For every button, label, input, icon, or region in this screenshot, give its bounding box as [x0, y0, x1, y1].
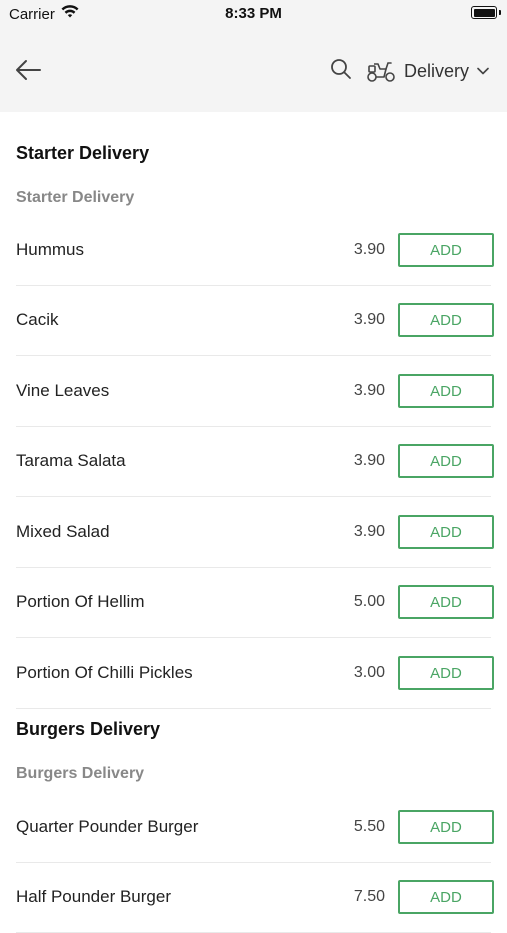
add-button[interactable]: ADD [398, 303, 494, 337]
status-bar: Carrier 8:33 PM [0, 0, 507, 30]
menu-item: Half Pounder Burger 7.50 ADD [16, 862, 494, 933]
item-name: Vine Leaves [16, 381, 110, 400]
nav-actions: Delivery [328, 58, 489, 84]
section-title-starter: Starter Delivery [16, 143, 150, 163]
item-name: Mixed Salad [16, 522, 110, 541]
delivery-mode-label: Delivery [403, 60, 469, 81]
add-button[interactable]: ADD [398, 233, 494, 267]
item-price: 3.90 [353, 241, 385, 258]
item-name: Portion Of Hellim [16, 592, 145, 611]
item-name: Portion Of Chilli Pickles [16, 663, 193, 682]
menu-item: Hummus 3.90 ADD [16, 215, 494, 286]
search-button[interactable] [328, 58, 354, 84]
battery-icon [471, 6, 501, 19]
back-button[interactable] [12, 56, 44, 88]
add-button[interactable]: ADD [398, 585, 494, 619]
chevron-down-icon [477, 67, 489, 75]
item-price: 5.00 [353, 593, 385, 610]
menu-item: Cacik 3.90 ADD [16, 285, 494, 356]
section-subtitle-burgers: Burgers Delivery [16, 765, 145, 782]
item-price: 3.90 [353, 382, 385, 399]
item-name: Quarter Pounder Burger [16, 817, 199, 836]
menu-item: Mixed Salad 3.90 ADD [16, 497, 494, 568]
add-button[interactable]: ADD [398, 444, 494, 478]
item-name: Cacik [16, 310, 59, 329]
item-price: 7.50 [353, 888, 385, 905]
menu-item: Portion Of Hellim 5.00 ADD [16, 567, 494, 638]
item-price: 3.90 [353, 452, 385, 469]
menu-item: Vine Leaves 3.90 ADD [16, 356, 494, 427]
item-name: Half Pounder Burger [16, 887, 171, 906]
section-title-burgers: Burgers Delivery [16, 719, 161, 739]
add-button[interactable]: ADD [398, 880, 494, 914]
add-button[interactable]: ADD [398, 515, 494, 549]
add-button[interactable]: ADD [398, 656, 494, 690]
item-price: 3.00 [353, 664, 385, 681]
item-name: Hummus [16, 240, 85, 259]
menu-list: Starter Delivery Starter Delivery Hummus… [0, 112, 507, 933]
item-price: 5.50 [353, 818, 385, 835]
scooter-icon [366, 58, 396, 84]
search-icon [330, 58, 352, 85]
menu-item: Tarama Salata 3.90 ADD [16, 426, 494, 497]
item-name: Tarama Salata [16, 451, 126, 470]
nav-bar: Delivery [0, 30, 507, 112]
add-button[interactable]: ADD [398, 810, 494, 844]
delivery-mode-dropdown[interactable]: Delivery [366, 58, 489, 84]
item-price: 3.90 [353, 523, 385, 540]
arrow-left-icon [14, 59, 42, 86]
menu-item: Portion Of Chilli Pickles 3.00 ADD [16, 638, 494, 709]
item-price: 3.90 [353, 311, 385, 328]
add-button[interactable]: ADD [398, 374, 494, 408]
status-time: 8:33 PM [225, 5, 282, 22]
section-subtitle-starter: Starter Delivery [16, 189, 135, 206]
menu-item: Quarter Pounder Burger 5.50 ADD [16, 792, 494, 863]
